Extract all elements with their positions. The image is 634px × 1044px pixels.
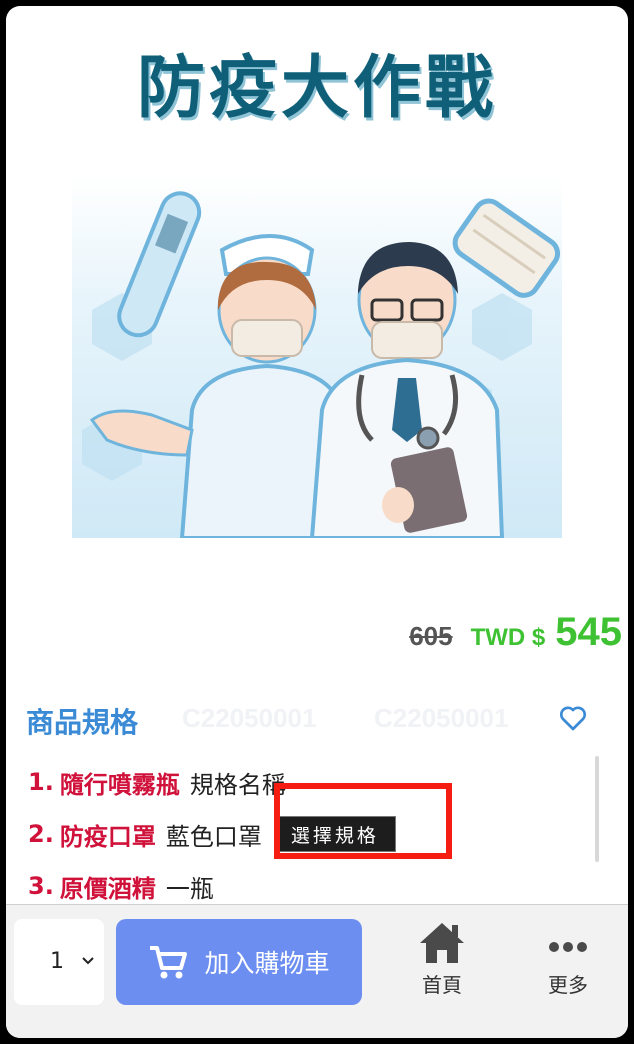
nav-home[interactable]: 首頁 — [402, 919, 482, 998]
highlight-box — [274, 783, 452, 859]
spec-header: 商品規格 C22050001 C22050001 — [26, 701, 626, 741]
sku-code: C22050001 — [374, 703, 509, 733]
price-row: 605 TWD $ 545 — [409, 610, 622, 654]
nav-more-label: 更多 — [548, 973, 588, 997]
more-icon — [549, 942, 587, 952]
spec-item-number: 2. — [28, 820, 54, 848]
quantity-select[interactable]: 1 — [14, 919, 104, 1005]
home-icon — [420, 923, 464, 963]
spec-item-number: 3. — [28, 872, 54, 900]
quantity-value: 1 — [50, 949, 64, 974]
spec-item-name: 原價酒精 — [59, 874, 156, 903]
original-price: 605 — [409, 621, 453, 651]
nav-home-label: 首頁 — [422, 973, 462, 997]
nurse-doctor-illustration — [82, 191, 561, 538]
spec-title: 商品規格 — [26, 706, 139, 739]
bottom-bar: 1 加入購物車 首頁 更多 — [6, 904, 628, 1038]
sale-price: 545 — [555, 610, 622, 654]
heart-icon[interactable] — [556, 701, 590, 733]
add-to-cart-button[interactable]: 加入購物車 — [116, 919, 362, 1005]
add-to-cart-label: 加入購物車 — [204, 949, 330, 978]
sku-code: C22050001 — [182, 703, 317, 733]
spec-item-value: 規格名稱 — [189, 770, 286, 799]
spec-item-name: 隨行噴霧瓶 — [59, 770, 180, 799]
spec-item-value: 藍色口罩 — [165, 822, 262, 851]
app-screen: 防疫大作戰 605 TWD $ 545 商品規格 C22050001 C2205… — [6, 6, 628, 1038]
spec-item-name: 防疫口罩 — [59, 822, 156, 851]
chevron-down-icon — [82, 957, 94, 965]
cart-icon — [150, 946, 188, 979]
scrollbar[interactable] — [595, 756, 599, 862]
currency-label: TWD $ — [470, 624, 546, 651]
spec-item-value: 一瓶 — [165, 874, 214, 903]
spec-item-number: 1. — [28, 768, 54, 796]
nav-more[interactable]: 更多 — [528, 919, 608, 998]
product-image[interactable]: 防疫大作戰 — [72, 10, 562, 538]
